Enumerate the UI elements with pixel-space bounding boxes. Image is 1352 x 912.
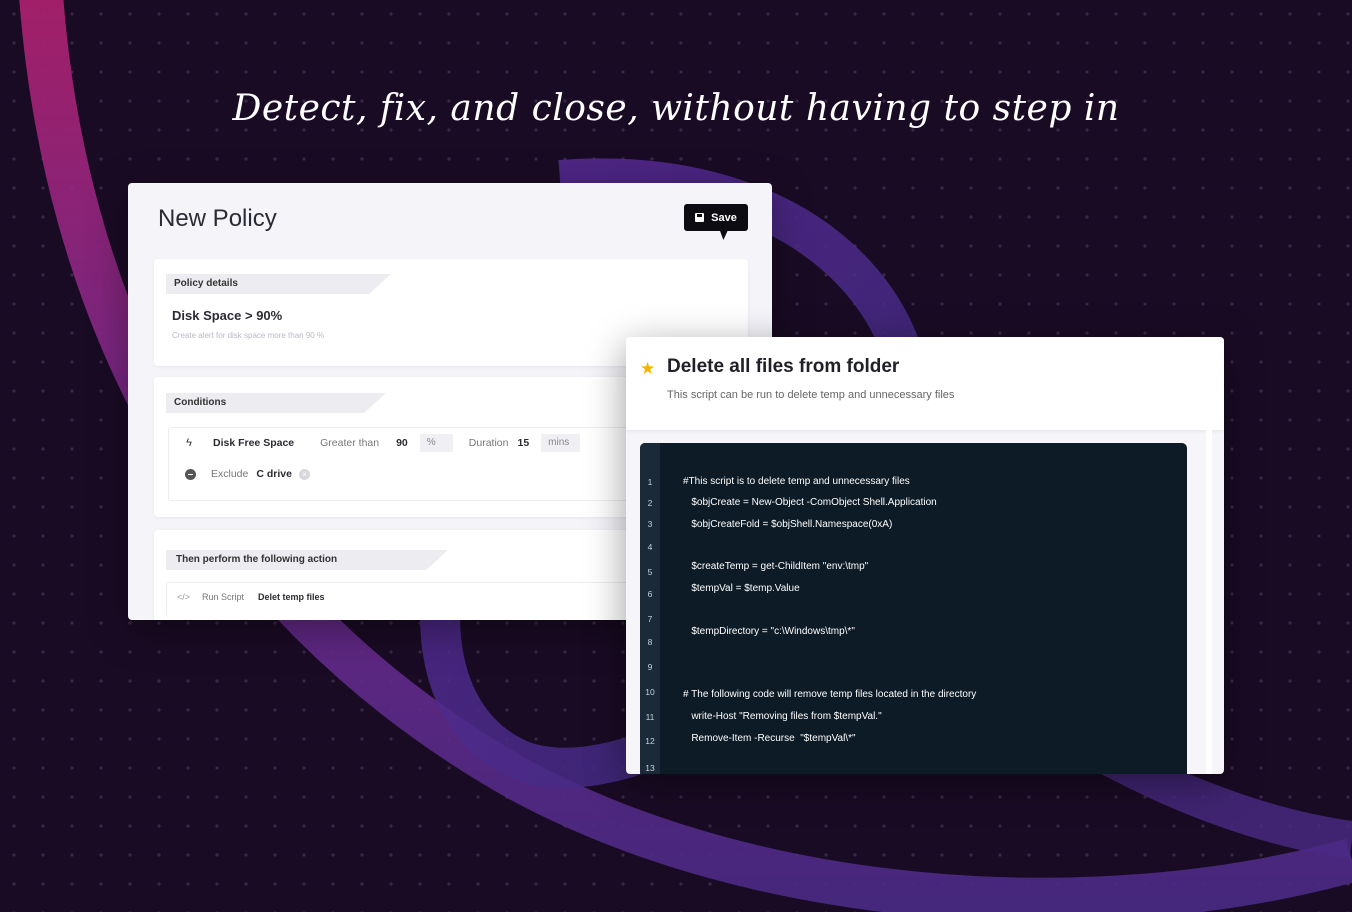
- script-header: ★ Delete all files from folder This scri…: [626, 337, 1224, 430]
- policy-name-field[interactable]: Disk Space > 90%: [172, 308, 282, 323]
- remove-tag-icon[interactable]: ×: [298, 468, 310, 480]
- exclude-row: Exclude C drive ×: [169, 468, 310, 480]
- line-number: 6: [647, 589, 653, 599]
- save-icon: [695, 213, 705, 222]
- section-header: Then perform the following action: [166, 550, 448, 570]
- script-title: Delete all files from folder: [667, 356, 900, 377]
- line-number: 7: [647, 614, 653, 624]
- code-line: #This script is to delete temp and unnec…: [683, 476, 910, 487]
- code-line: Remove-Item -Recurse "$tempVal\*": [683, 733, 856, 744]
- line-number: 10: [645, 687, 655, 697]
- script-card: ★ Delete all files from folder This scri…: [626, 337, 1224, 774]
- headline: Detect, fix, and close, without having t…: [232, 88, 1120, 129]
- condition-operator[interactable]: Greater than: [320, 437, 379, 449]
- duration-label: Duration: [468, 437, 509, 449]
- page-title: New Policy: [158, 205, 277, 232]
- line-number: 8: [647, 637, 653, 647]
- condition-row: ϟ Disk Free Space Greater than 90 % Dura…: [169, 434, 581, 452]
- line-number: 12: [645, 736, 655, 746]
- line-number: 5: [647, 567, 653, 577]
- code-line: $tempDirectory = "c:\Windows\tmp\*": [683, 626, 855, 637]
- section-header: Conditions: [166, 393, 386, 413]
- lightning-icon: ϟ: [186, 437, 192, 449]
- line-number: 13: [645, 763, 655, 773]
- exclude-label: Exclude: [211, 468, 249, 480]
- minus-circle-icon[interactable]: [185, 468, 196, 480]
- condition-value[interactable]: 90: [396, 437, 408, 449]
- line-number: 9: [647, 662, 653, 672]
- condition-unit[interactable]: %: [419, 434, 453, 452]
- line-number: 11: [645, 712, 655, 722]
- action-type: Run Script: [202, 592, 245, 602]
- save-button[interactable]: Save: [684, 204, 748, 231]
- code-line: # The following code will remove temp fi…: [683, 689, 977, 700]
- line-number: 3: [647, 519, 653, 529]
- policy-description-field[interactable]: Create alert for disk space more than 90…: [172, 331, 324, 340]
- line-number: 4: [647, 542, 653, 552]
- code-line: $objCreateFold = $objShell.Namespace(0xA…: [683, 519, 893, 530]
- star-icon[interactable]: ★: [640, 359, 655, 379]
- scrollbar[interactable]: [1206, 430, 1212, 774]
- condition-metric[interactable]: Disk Free Space: [213, 437, 294, 449]
- script-description: This script can be run to delete temp an…: [667, 389, 955, 401]
- code-line: $objCreate = New-Object -ComObject Shell…: [683, 497, 937, 508]
- line-number-gutter: [640, 443, 660, 774]
- code-line: $tempVal = $temp.Value: [683, 583, 800, 594]
- code-line: $createTemp = get-ChildItem "env:\tmp": [683, 561, 869, 572]
- section-header: Policy details: [166, 274, 391, 294]
- code-editor[interactable]: 1 2 3 4 5 6 7 8 9 10 11 12 13 #This script is to del…: [640, 443, 1187, 774]
- duration-unit[interactable]: mins: [541, 434, 581, 452]
- duration-value[interactable]: 15: [517, 437, 529, 449]
- code-line: write-Host "Removing files from $tempVal…: [683, 711, 882, 722]
- line-number: 2: [647, 498, 653, 508]
- code-icon: </>: [177, 592, 191, 602]
- line-number: 1: [647, 477, 653, 487]
- exclude-value: C drive: [256, 468, 292, 480]
- action-script-name: Delet temp files: [258, 592, 325, 602]
